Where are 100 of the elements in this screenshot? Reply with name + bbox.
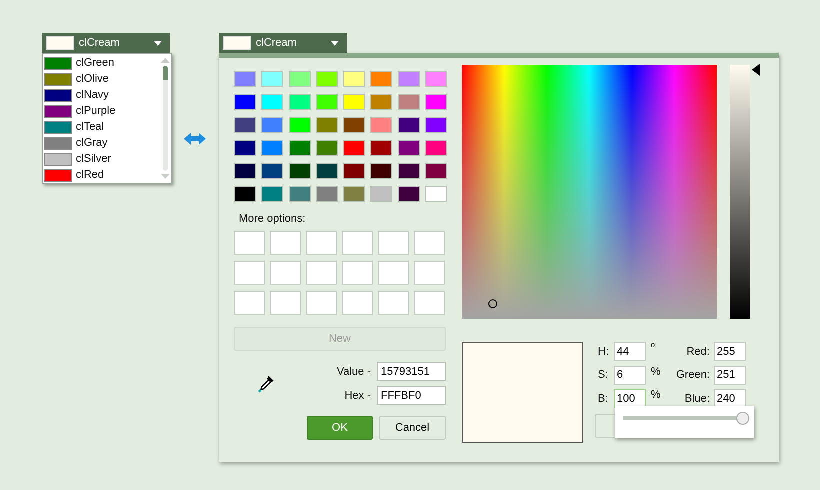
palette-swatch[interactable] <box>425 163 448 179</box>
palette-swatch[interactable] <box>261 140 284 156</box>
number-field[interactable]: 6 <box>614 366 646 384</box>
palette-swatch[interactable] <box>261 186 284 202</box>
palette-swatch[interactable] <box>316 117 338 133</box>
palette-swatch[interactable] <box>288 186 311 202</box>
color-spectrum[interactable] <box>462 65 717 319</box>
palette-swatch[interactable] <box>425 71 448 87</box>
palette-swatch[interactable] <box>398 71 420 87</box>
palette-swatch[interactable] <box>343 163 366 179</box>
palette-swatch[interactable] <box>425 117 448 133</box>
color-dropdown[interactable]: clCream <box>219 33 347 53</box>
custom-color-slot[interactable] <box>306 261 337 285</box>
palette-swatch[interactable] <box>398 163 420 179</box>
custom-color-slot[interactable] <box>414 291 445 315</box>
custom-color-slot[interactable] <box>234 261 265 285</box>
color-list-item[interactable]: clNavy <box>43 87 159 103</box>
color-list-item[interactable]: clTeal <box>43 119 159 135</box>
palette-swatch[interactable] <box>370 71 392 87</box>
scroll-down-icon[interactable] <box>160 174 170 179</box>
custom-color-slot[interactable] <box>342 291 373 315</box>
palette-swatch[interactable] <box>343 117 366 133</box>
palette-swatch[interactable] <box>316 163 338 179</box>
unit-label: º <box>650 342 656 354</box>
palette-swatch[interactable] <box>316 140 338 156</box>
custom-color-slot[interactable] <box>270 231 301 255</box>
custom-color-slot[interactable] <box>306 291 337 315</box>
custom-color-slot[interactable] <box>414 231 445 255</box>
hex-field[interactable]: FFFBF0 <box>377 386 446 405</box>
palette-swatch[interactable] <box>234 71 256 87</box>
custom-color-slot[interactable] <box>342 261 373 285</box>
value-field[interactable]: 15793151 <box>377 362 446 381</box>
number-field[interactable]: 251 <box>714 366 746 384</box>
palette-swatch[interactable] <box>370 140 392 156</box>
palette-swatch[interactable] <box>316 186 338 202</box>
field-label: Value - <box>336 366 371 378</box>
custom-color-slot[interactable] <box>270 261 301 285</box>
color-list-item[interactable]: clSilver <box>43 151 159 167</box>
custom-color-slot[interactable] <box>378 261 409 285</box>
palette-swatch[interactable] <box>343 71 366 87</box>
palette-swatch[interactable] <box>370 94 392 110</box>
field-label: S: <box>598 369 610 381</box>
custom-color-slot[interactable] <box>306 231 337 255</box>
section-label: More options: <box>239 213 307 227</box>
palette-swatch[interactable] <box>316 71 338 87</box>
palette-swatch[interactable] <box>234 140 256 156</box>
custom-color-slot[interactable] <box>378 291 409 315</box>
palette-swatch[interactable] <box>343 94 366 110</box>
palette-swatch[interactable] <box>398 117 420 133</box>
palette-swatch[interactable] <box>370 186 392 202</box>
palette-swatch[interactable] <box>234 94 256 110</box>
palette-swatch[interactable] <box>288 94 311 110</box>
palette-swatch[interactable] <box>398 186 420 202</box>
field-label: Blue: <box>684 392 711 404</box>
palette-swatch[interactable] <box>370 163 392 179</box>
palette-swatch[interactable] <box>288 71 311 87</box>
palette-swatch[interactable] <box>343 186 366 202</box>
cancel-button[interactable]: Cancel <box>379 416 446 440</box>
color-list-item[interactable]: clRed <box>43 167 159 183</box>
color-list-item[interactable]: clPurple <box>43 103 159 119</box>
double-arrow-icon <box>184 133 206 145</box>
number-field[interactable]: 44 <box>614 342 646 361</box>
ok-button[interactable]: OK <box>307 416 373 440</box>
field-label: Green: <box>676 369 711 381</box>
palette-swatch[interactable] <box>316 94 338 110</box>
custom-color-slot[interactable] <box>270 291 301 315</box>
custom-color-slot[interactable] <box>234 291 265 315</box>
color-list-item[interactable]: clGray <box>43 135 159 151</box>
custom-color-slot[interactable] <box>234 231 265 255</box>
palette-swatch[interactable] <box>261 163 284 179</box>
color-list-item[interactable]: clGreen <box>43 55 159 71</box>
color-list-item[interactable]: clOlive <box>43 71 159 87</box>
number-field[interactable]: 255 <box>714 342 746 361</box>
palette-swatch[interactable] <box>425 186 448 202</box>
picker-circle-icon[interactable] <box>488 299 498 308</box>
slider-thumb[interactable] <box>736 412 750 425</box>
number-field[interactable]: 100 <box>614 389 646 408</box>
caret-icon <box>154 40 162 46</box>
palette-swatch[interactable] <box>288 163 311 179</box>
palette-swatch[interactable] <box>288 140 311 156</box>
palette-swatch[interactable] <box>234 163 256 179</box>
custom-color-slot[interactable] <box>414 261 445 285</box>
palette-swatch[interactable] <box>261 94 284 110</box>
color-dropdown[interactable]: clCream <box>42 33 170 53</box>
palette-swatch[interactable] <box>261 117 284 133</box>
palette-swatch[interactable] <box>343 140 366 156</box>
palette-swatch[interactable] <box>234 186 256 202</box>
custom-color-slot[interactable] <box>378 231 409 255</box>
palette-swatch[interactable] <box>425 94 448 110</box>
eyedropper-icon[interactable] <box>258 376 274 393</box>
palette-swatch[interactable] <box>234 117 256 133</box>
palette-swatch[interactable] <box>261 71 284 87</box>
palette-swatch[interactable] <box>398 140 420 156</box>
slider-marker-icon[interactable] <box>752 64 760 76</box>
palette-swatch[interactable] <box>398 94 420 110</box>
scroll-up-icon[interactable] <box>160 58 170 63</box>
palette-swatch[interactable] <box>370 117 392 133</box>
palette-swatch[interactable] <box>288 117 311 133</box>
palette-swatch[interactable] <box>425 140 448 156</box>
custom-color-slot[interactable] <box>342 231 373 255</box>
